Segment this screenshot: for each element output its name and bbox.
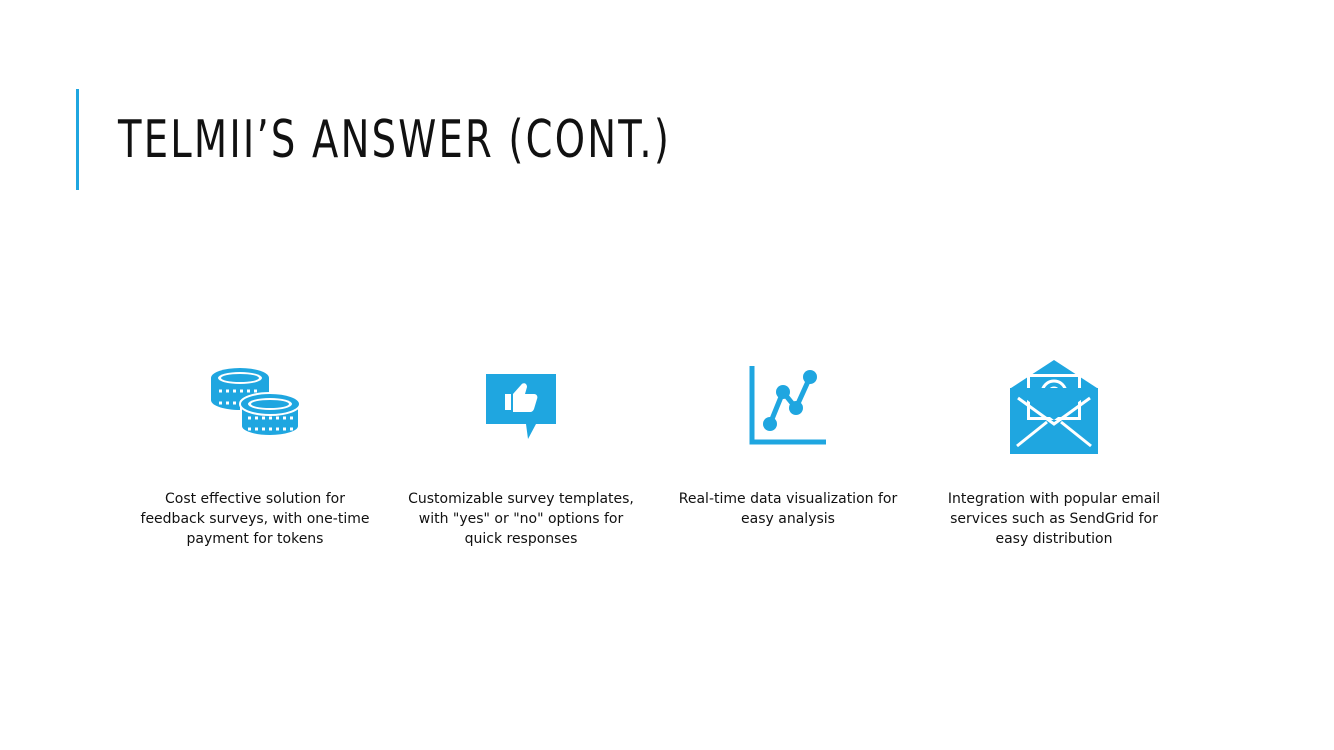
feature-text: Real-time data visualization for easy an…: [678, 491, 898, 527]
thumbs-up-chat-icon: [486, 374, 556, 439]
coins-icon: [211, 368, 301, 438]
title-accent-bar: [76, 89, 79, 190]
line-chart-icon: [749, 366, 826, 445]
feature-text: Cost effective solution for feedback sur…: [140, 491, 370, 547]
feature-text: Customizable survey templates, with "yes…: [408, 491, 634, 547]
feature-text: Integration with popular email services …: [947, 491, 1161, 547]
email-envelope-icon: [1010, 360, 1098, 454]
slide-title: TELMII’S ANSWER (CONT.): [118, 110, 672, 170]
